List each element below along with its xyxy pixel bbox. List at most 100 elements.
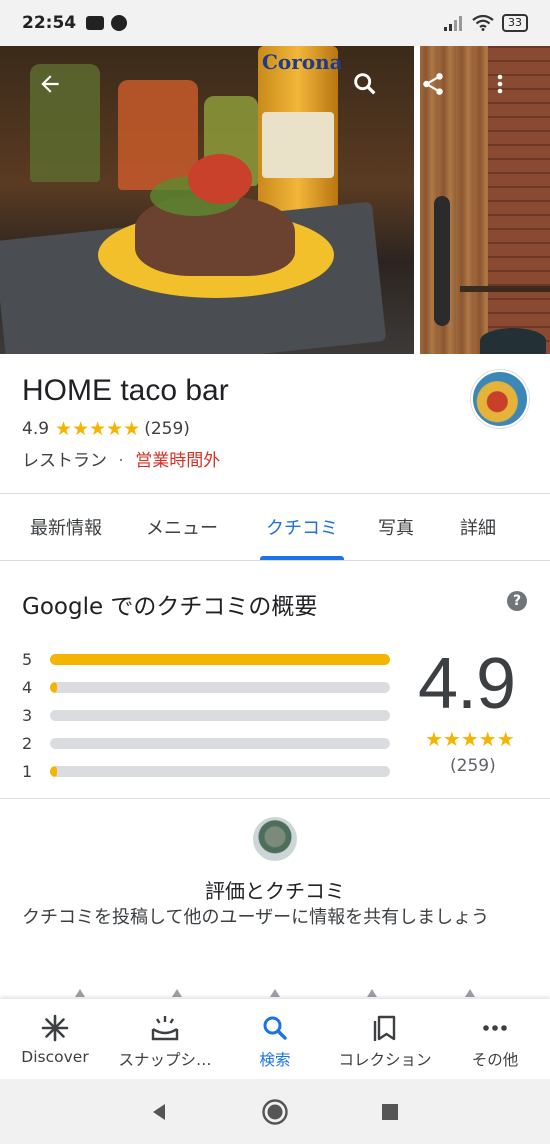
battery-indicator: 33 bbox=[502, 14, 528, 32]
square-recents-icon bbox=[382, 1103, 398, 1120]
rating-bar-label: 2 bbox=[22, 733, 33, 753]
system-back-button[interactable] bbox=[103, 1102, 218, 1122]
nav-more[interactable]: その他 bbox=[440, 999, 550, 1079]
rating-bar-label: 3 bbox=[22, 705, 33, 725]
system-home-button[interactable] bbox=[218, 1098, 333, 1126]
rating-bar-fill bbox=[50, 681, 57, 693]
rating-bar-track bbox=[50, 765, 390, 777]
rate-and-review: 評価とクチコミ クチコミを投稿して他のユーザーに情報を共有しましょう bbox=[0, 799, 550, 999]
star-icon[interactable] bbox=[172, 989, 182, 997]
star-icon[interactable] bbox=[465, 989, 475, 997]
help-icon[interactable]: ? bbox=[507, 591, 527, 611]
nav-label: Discover bbox=[21, 1048, 89, 1066]
photo-carousel[interactable]: Corona bbox=[0, 46, 550, 354]
triangle-back-icon bbox=[153, 1103, 165, 1120]
rating-bar-row[interactable]: 4 bbox=[22, 673, 392, 701]
nav-snapshot[interactable]: スナップシ… bbox=[110, 999, 220, 1079]
separator: · bbox=[118, 451, 124, 471]
nav-collections[interactable]: コレクション bbox=[330, 999, 440, 1079]
place-category: レストラン bbox=[22, 451, 107, 471]
rating-bar-row[interactable]: 5 bbox=[22, 645, 392, 673]
place-name: HOME taco bar bbox=[22, 374, 229, 407]
nav-label: スナップシ… bbox=[118, 1051, 212, 1069]
tab-label: 詳細 bbox=[460, 518, 496, 539]
system-recents-button[interactable] bbox=[333, 1103, 448, 1121]
nav-search[interactable]: 検索 bbox=[220, 999, 330, 1079]
rating-bar-row[interactable]: 2 bbox=[22, 729, 392, 757]
rating-bar-track bbox=[50, 681, 390, 693]
tab-photos[interactable]: 写真 bbox=[378, 494, 414, 560]
search-place-button[interactable] bbox=[345, 64, 385, 104]
rating-bar-fill bbox=[50, 765, 57, 777]
more-options-button[interactable] bbox=[480, 64, 520, 104]
tab-about[interactable]: 詳細 bbox=[460, 494, 496, 560]
rating-bar-track bbox=[50, 653, 390, 665]
rating-bar-track bbox=[50, 737, 390, 749]
rate-description: クチコミを投稿して他のユーザーに情報を共有しましょう bbox=[22, 907, 490, 928]
nav-label: 検索 bbox=[259, 1051, 291, 1069]
rating-bar-track bbox=[50, 709, 390, 721]
app-notification-icon bbox=[111, 15, 128, 31]
system-navigation bbox=[0, 1079, 550, 1144]
place-header: HOME taco bar 4.9 ★★★★★ (259) レストラン · 営業… bbox=[0, 354, 550, 494]
collections-icon bbox=[370, 1013, 400, 1043]
active-tab-indicator bbox=[260, 556, 344, 560]
status-bar: 22:54 33 bbox=[0, 0, 550, 46]
overall-rating: 4.9 bbox=[418, 644, 516, 724]
star-icon[interactable] bbox=[75, 989, 85, 997]
back-button[interactable] bbox=[30, 64, 70, 104]
back-arrow-icon bbox=[41, 75, 59, 93]
home-circle-icon bbox=[262, 1098, 288, 1125]
rating-stars-input[interactable] bbox=[0, 989, 550, 999]
review-summary: Google でのクチコミの概要 ? 5 4 3 2 1 4.9 ★★★★★ (… bbox=[0, 561, 550, 799]
rating-bar-label: 4 bbox=[22, 677, 33, 697]
star-icon[interactable] bbox=[367, 989, 377, 997]
taco-salsa bbox=[188, 154, 252, 204]
shelf-decoration bbox=[460, 286, 550, 292]
tab-label: 写真 bbox=[378, 518, 414, 539]
tab-reviews[interactable]: クチコミ bbox=[260, 494, 344, 560]
rating-bar-label: 5 bbox=[22, 649, 33, 669]
youtube-notification-icon bbox=[86, 16, 105, 30]
discover-icon bbox=[40, 1013, 70, 1043]
nav-label: その他 bbox=[471, 1051, 519, 1069]
bottom-navigation: Discover スナップシ… 検索 コレクション その他 bbox=[0, 999, 550, 1079]
more-dots-icon bbox=[480, 1013, 510, 1043]
rating-row[interactable]: 4.9 ★★★★★ (259) bbox=[22, 418, 190, 440]
jar-decoration bbox=[118, 80, 198, 190]
snapshot-icon bbox=[150, 1013, 180, 1043]
category-row: レストラン · 営業時間外 bbox=[22, 446, 220, 471]
place-tabs: 最新情報 メニュー クチコミ 写真 詳細 bbox=[0, 493, 550, 561]
review-summary-title: Google でのクチコミの概要 bbox=[22, 594, 318, 620]
rating-bar-row[interactable]: 1 bbox=[22, 757, 392, 785]
signal-icon bbox=[444, 16, 462, 31]
place-thumbnail[interactable] bbox=[471, 370, 529, 428]
overall-rating-stars: ★★★★★ bbox=[425, 727, 515, 751]
tab-updates[interactable]: 最新情報 bbox=[30, 494, 102, 560]
search-icon bbox=[260, 1013, 290, 1043]
bottle-brand-text: Corona bbox=[262, 50, 343, 74]
overall-review-count[interactable]: (259) bbox=[450, 756, 496, 776]
rating-value: 4.9 bbox=[22, 419, 50, 439]
status-time: 22:54 bbox=[22, 13, 77, 33]
tab-menu[interactable]: メニュー bbox=[146, 494, 218, 560]
nav-discover[interactable]: Discover bbox=[0, 999, 110, 1079]
guitar-decoration bbox=[434, 196, 450, 326]
more-vert-icon bbox=[497, 74, 503, 94]
wifi-icon bbox=[472, 15, 494, 31]
hours-status[interactable]: 営業時間外 bbox=[135, 451, 220, 471]
search-icon bbox=[354, 73, 376, 95]
rate-title: 評価とクチコミ bbox=[205, 879, 345, 903]
stool-decoration bbox=[480, 328, 546, 354]
rating-bar-fill bbox=[50, 653, 390, 665]
nav-label: コレクション bbox=[338, 1051, 432, 1069]
tab-label: 最新情報 bbox=[30, 518, 102, 539]
tab-label: メニュー bbox=[146, 518, 218, 539]
share-button[interactable] bbox=[413, 64, 453, 104]
rating-bar-row[interactable]: 3 bbox=[22, 701, 392, 729]
rating-distribution: 5 4 3 2 1 bbox=[22, 645, 392, 785]
tab-label: クチコミ bbox=[266, 518, 338, 539]
star-icon[interactable] bbox=[270, 989, 280, 997]
bottle-label bbox=[262, 112, 334, 178]
review-count: (259) bbox=[144, 419, 190, 439]
